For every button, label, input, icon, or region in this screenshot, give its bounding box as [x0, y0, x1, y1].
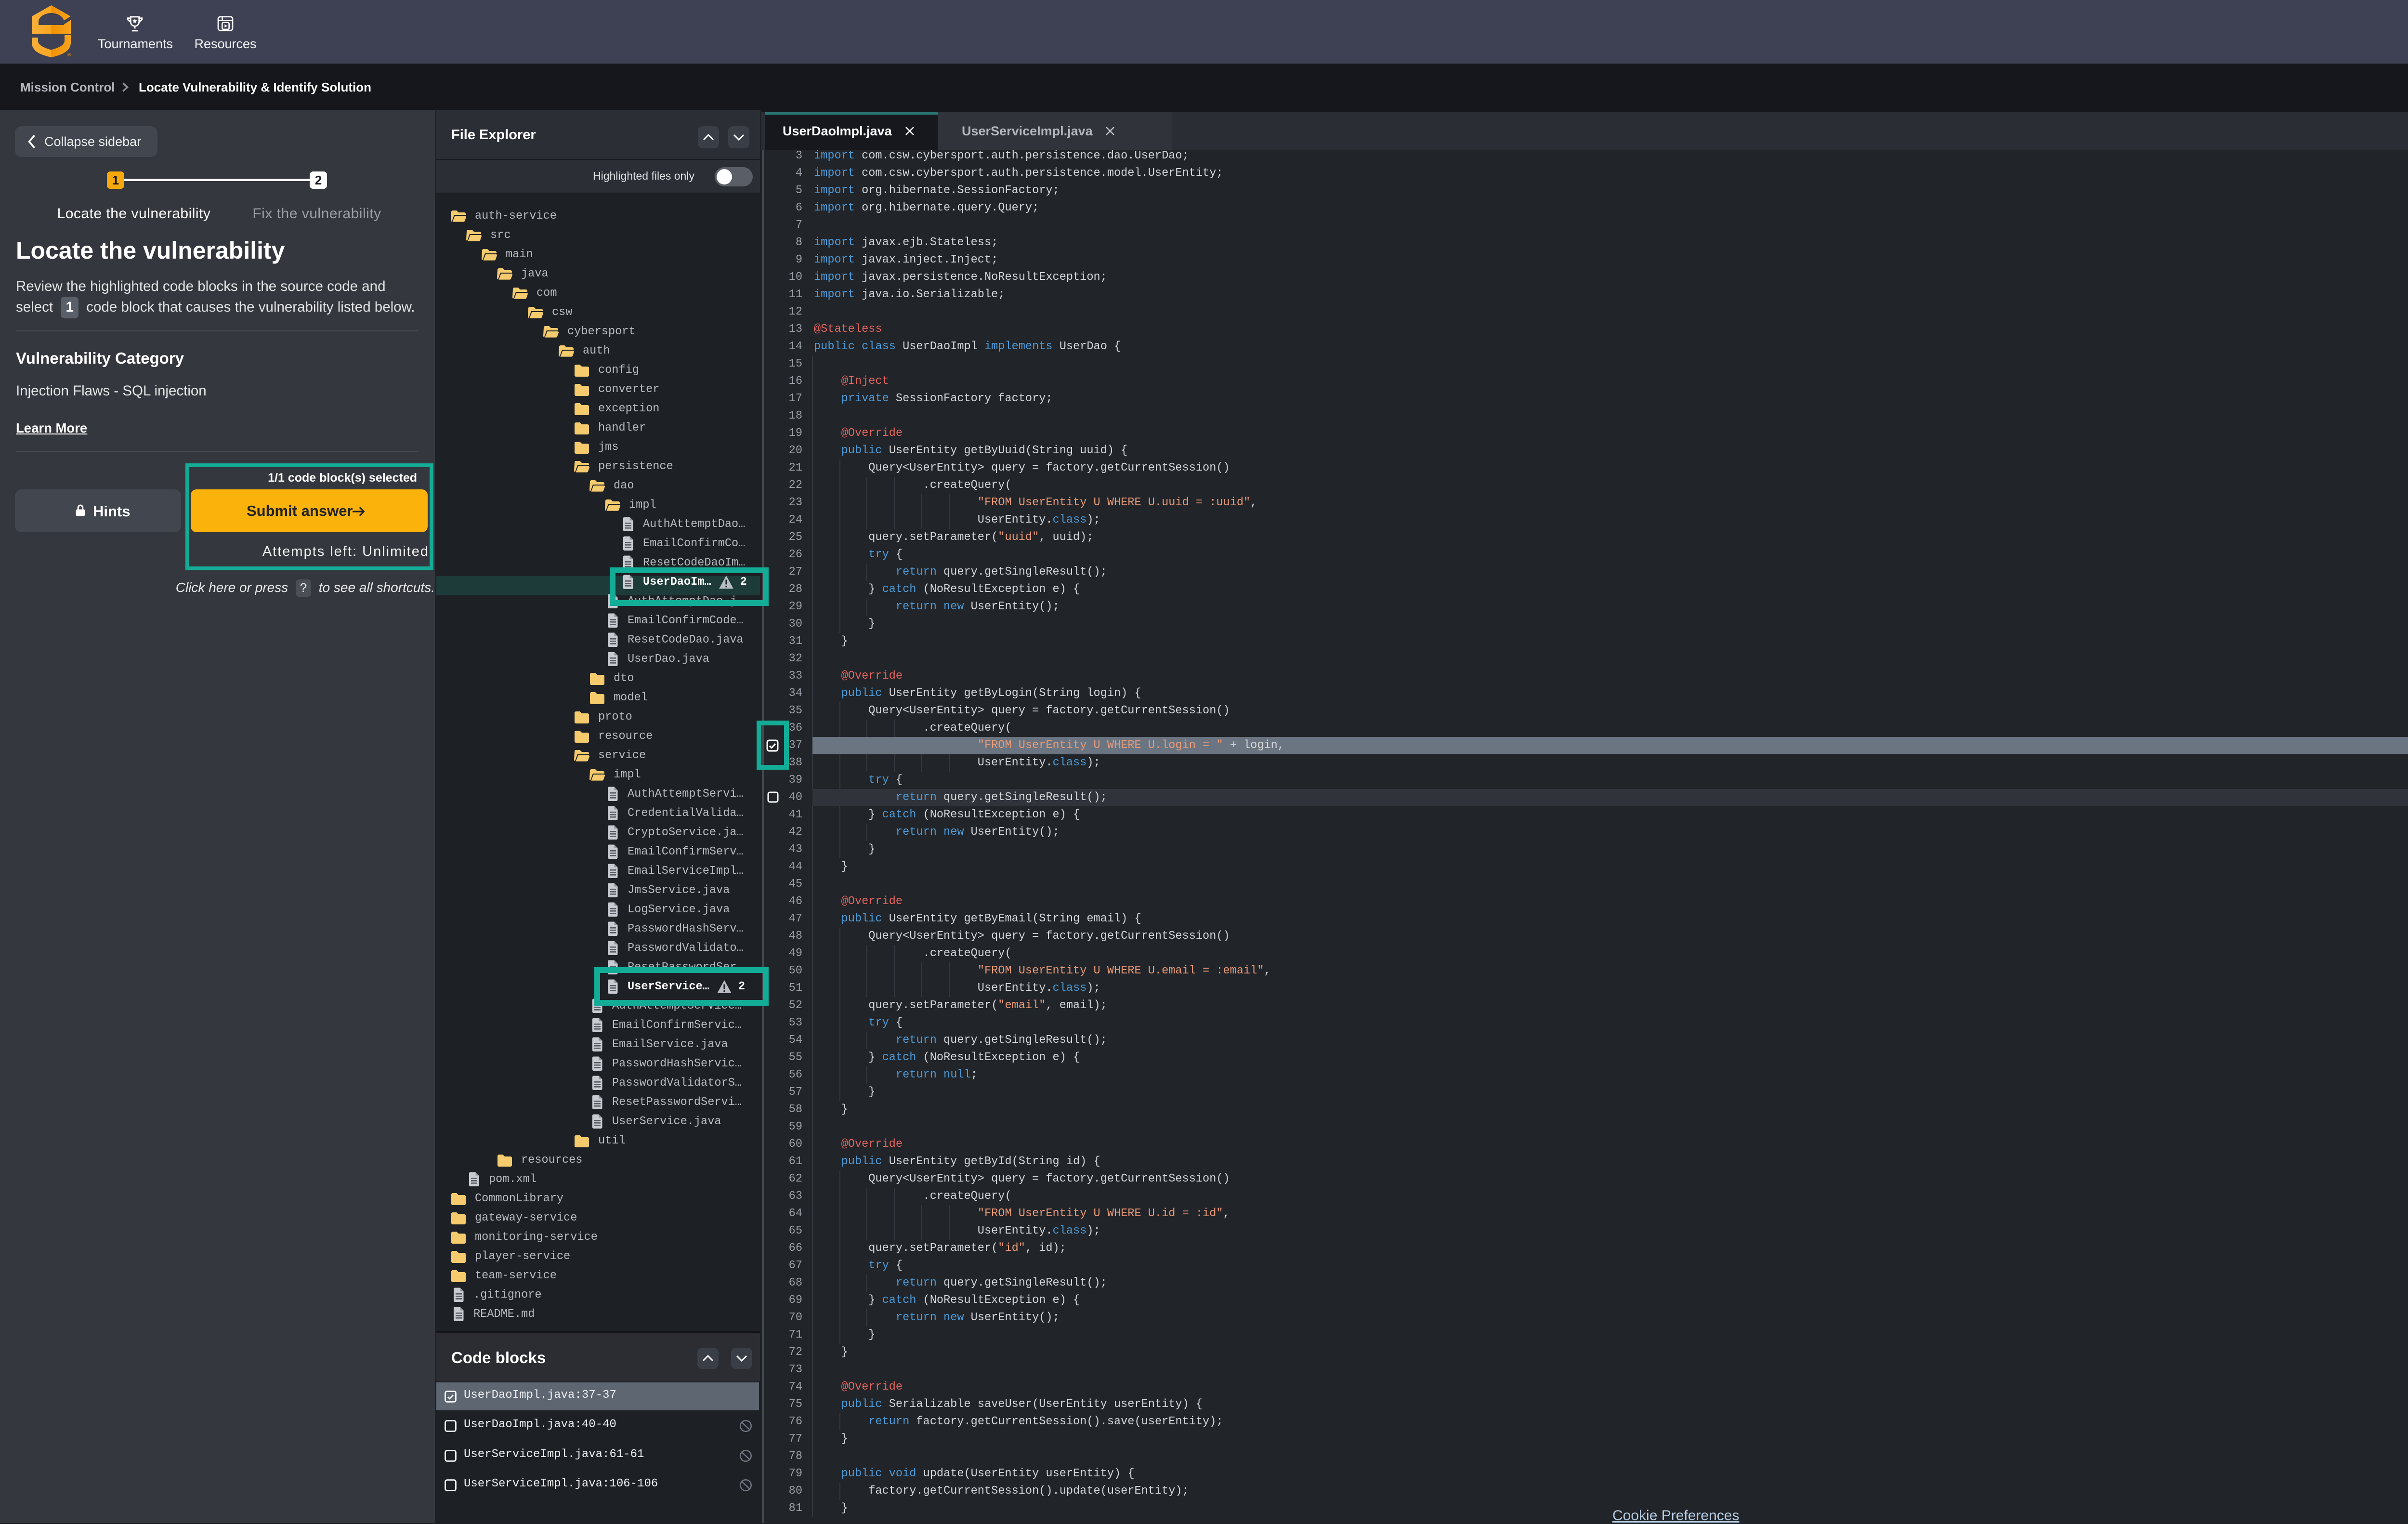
svg-text:®: ® [67, 53, 71, 57]
